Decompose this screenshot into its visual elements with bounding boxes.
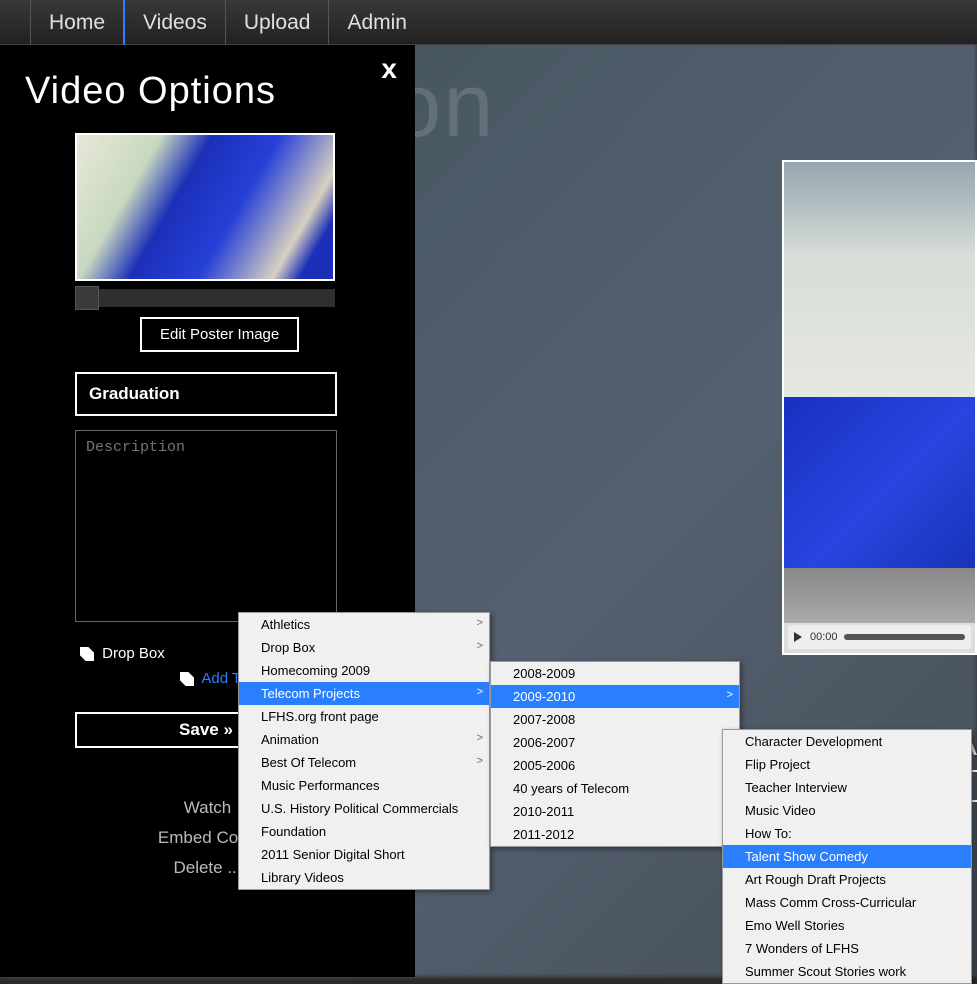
menu-item[interactable]: Library Videos [239, 866, 489, 889]
menu-item[interactable]: Music Performances [239, 774, 489, 797]
menu-item[interactable]: Mass Comm Cross-Curricular [723, 891, 971, 914]
menu-item[interactable]: 2009-2010 [491, 685, 739, 708]
menu-item[interactable]: Emo Well Stories [723, 914, 971, 937]
nav-home[interactable]: Home [30, 0, 123, 45]
edit-poster-button[interactable]: Edit Poster Image [140, 317, 299, 352]
nav-videos[interactable]: Videos [123, 0, 225, 45]
menu-item[interactable]: 40 years of Telecom [491, 777, 739, 800]
menu-item[interactable]: Flip Project [723, 753, 971, 776]
menu-item[interactable]: U.S. History Political Commercials [239, 797, 489, 820]
poster-scrub-slider[interactable] [75, 289, 335, 307]
menu-item[interactable]: Summer Scout Stories work [723, 960, 971, 983]
tag-menu-level-1[interactable]: AthleticsDrop BoxHomecoming 2009Telecom … [238, 612, 490, 890]
menu-item[interactable]: Homecoming 2009 [239, 659, 489, 682]
menu-item[interactable]: Best Of Telecom [239, 751, 489, 774]
video-player-bar[interactable]: 00:00 [788, 625, 971, 649]
tag-icon [180, 672, 194, 686]
menu-item[interactable]: How To: [723, 822, 971, 845]
tag-menu-level-2[interactable]: 2008-20092009-20102007-20082006-20072005… [490, 661, 740, 847]
menu-item[interactable]: 2008-2009 [491, 662, 739, 685]
player-time: 00:00 [810, 631, 838, 643]
panel-title: Video Options [25, 70, 390, 113]
nav-admin[interactable]: Admin [328, 0, 425, 45]
progress-bar[interactable] [844, 634, 965, 640]
preview-image-steps [784, 568, 975, 623]
top-nav: Home Videos Upload Admin [0, 0, 977, 45]
menu-item[interactable]: 2007-2008 [491, 708, 739, 731]
play-icon[interactable] [794, 632, 802, 642]
tag-menu-level-3[interactable]: Character DevelopmentFlip ProjectTeacher… [722, 729, 972, 984]
menu-item[interactable]: 2010-2011 [491, 800, 739, 823]
video-title-input[interactable] [75, 372, 337, 416]
menu-item[interactable]: 7 Wonders of LFHS [723, 937, 971, 960]
menu-item[interactable]: Telecom Projects [239, 682, 489, 705]
video-description-input[interactable] [75, 430, 337, 622]
menu-item[interactable]: Animation [239, 728, 489, 751]
preview-image-upper [784, 162, 975, 397]
close-icon[interactable]: x [381, 53, 397, 85]
video-preview: 00:00 [782, 160, 977, 655]
menu-item[interactable]: 2011 Senior Digital Short [239, 843, 489, 866]
menu-item[interactable]: Athletics [239, 613, 489, 636]
menu-item[interactable]: LFHS.org front page [239, 705, 489, 728]
menu-item[interactable]: Character Development [723, 730, 971, 753]
menu-item[interactable]: Talent Show Comedy [723, 845, 971, 868]
nav-upload[interactable]: Upload [225, 0, 329, 45]
slider-handle[interactable] [75, 286, 99, 310]
menu-item[interactable]: 2005-2006 [491, 754, 739, 777]
menu-item[interactable]: Foundation [239, 820, 489, 843]
tag-icon [80, 647, 94, 661]
menu-item[interactable]: 2006-2007 [491, 731, 739, 754]
menu-item[interactable]: Art Rough Draft Projects [723, 868, 971, 891]
tag-item[interactable]: Drop Box [102, 645, 165, 662]
poster-thumbnail[interactable] [75, 133, 335, 281]
menu-item[interactable]: 2011-2012 [491, 823, 739, 846]
menu-item[interactable]: Drop Box [239, 636, 489, 659]
menu-item[interactable]: Teacher Interview [723, 776, 971, 799]
menu-item[interactable]: Music Video [723, 799, 971, 822]
